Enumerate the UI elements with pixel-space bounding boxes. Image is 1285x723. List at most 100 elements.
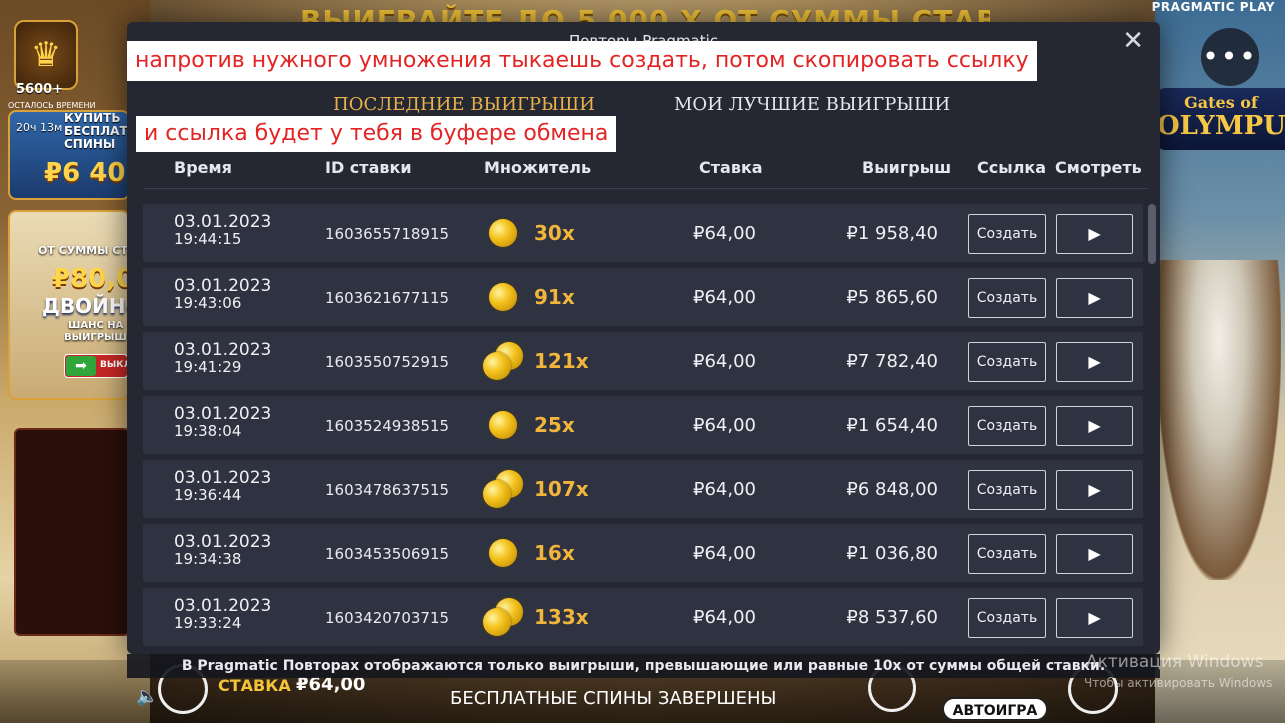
row-date: 03.01.2023 [174,276,272,296]
toggle-label: ВЫКЛ [100,360,128,370]
close-icon[interactable]: ✕ [1122,28,1144,54]
modal-footer-note: В Pragmatic Повторах отображаются только… [127,654,1160,678]
row-date: 03.01.2023 [174,468,272,488]
column-header-bet-id: ID ставки [325,158,412,177]
row-win: ₽7 782,40 [846,351,938,372]
row-bet: ₽64,00 [693,607,756,628]
watch-replay-button[interactable]: ▶ [1056,598,1133,638]
row-bet-id: 1603655718915 [325,225,450,243]
row-bet-id: 1603621677115 [325,289,450,307]
table-row: 03.01.2023 19:44:15 1603655718915 30x ₽64,00… [143,204,1143,262]
double-chance-amount: ₽80,0 [52,264,135,294]
promo-time-left-label: ОСТАЛОСЬ ВРЕМЕНИ [8,101,96,110]
tab-recent-wins[interactable]: ПОСЛЕДНИЕ ВЫИГРЫШИ [333,94,595,115]
wins-table: 03.01.2023 19:44:15 1603655718915 30x ₽64,00… [143,204,1143,654]
autoplay-button[interactable]: АВТОИГРА [942,697,1048,721]
double-chance-line4: ШАНС НА [68,320,124,331]
play-icon: ▶ [1088,608,1101,627]
coin-icon [489,283,517,311]
row-multiplier: 25x [534,413,575,437]
create-link-button[interactable]: Создать [968,278,1046,318]
play-icon: ▶ [1088,480,1101,499]
coin-icon [489,539,517,567]
row-date: 03.01.2023 [174,212,272,232]
row-bet: ₽64,00 [693,287,756,308]
row-time: 19:34:38 [174,550,242,568]
promo-count: 5600+ [16,82,64,97]
create-link-button[interactable]: Создать [968,534,1046,574]
play-icon: ▶ [1088,352,1101,371]
header-divider [143,188,1148,189]
column-header-bet: Ставка [699,158,763,177]
create-link-button[interactable]: Создать [968,470,1046,510]
row-time: 19:44:15 [174,230,242,248]
row-bet: ₽64,00 [693,223,756,244]
row-bet: ₽64,00 [693,543,756,564]
column-header-win: Выигрыш [862,158,952,177]
row-time: 19:38:04 [174,422,242,440]
watch-replay-button[interactable]: ▶ [1056,470,1133,510]
column-header-multiplier: Множитель [484,158,592,177]
trophy-icon[interactable]: ♛ [14,20,78,90]
row-win: ₽1 958,40 [846,223,938,244]
menu-button[interactable]: ••• [1201,28,1259,86]
row-multiplier: 133x [534,605,589,629]
windows-activation-subtitle: Чтобы активировать Windows [1084,676,1273,690]
tab-best-wins[interactable]: МОИ ЛУЧШИЕ ВЫИГРЫШИ [674,94,950,115]
table-row: 03.01.2023 19:43:06 1603621677115 91x ₽64,00… [143,268,1143,326]
watch-replay-button[interactable]: ▶ [1056,342,1133,382]
create-link-button[interactable]: Создать [968,598,1046,638]
row-bet: ₽64,00 [693,415,756,436]
play-icon: ▶ [1088,416,1101,435]
more-icon: ••• [1202,40,1258,73]
double-chance-line1: ОТ СУММЫ СТАВКИ [38,244,128,257]
row-date: 03.01.2023 [174,404,272,424]
brand-logo: PRAGMATIC PLAY [1151,0,1275,14]
bet-label: СТАВКА [218,676,291,695]
watch-replay-button[interactable]: ▶ [1056,278,1133,318]
create-link-button[interactable]: Создать [968,406,1046,446]
table-row: 03.01.2023 19:33:24 1603420703715 133x ₽64,0… [143,588,1143,646]
row-win: ₽8 537,60 [846,607,938,628]
annotation-note-2: и ссылка будет у тебя в буфере обмена [136,116,617,152]
promo-time: 20ч 13м [16,121,63,134]
row-bet-id: 1603524938515 [325,417,450,435]
zeus-character [1157,260,1281,580]
row-multiplier: 107x [534,477,589,501]
scrollbar[interactable] [1148,204,1156,264]
row-multiplier: 16x [534,541,575,565]
buy-free-spins-label: КУПИТЬ БЕСПЛАТНЫЕ СПИНЫ [64,112,128,152]
row-date: 03.01.2023 [174,596,272,616]
row-win: ₽6 848,00 [846,479,938,500]
row-win: ₽1 036,80 [846,543,938,564]
row-bet-id: 1603550752915 [325,353,450,371]
row-bet: ₽64,00 [693,351,756,372]
play-icon: ▶ [1088,544,1101,563]
coin-icon [483,352,511,380]
status-message: БЕСПЛАТНЫЕ СПИНЫ ЗАВЕРШЕНЫ [450,688,777,709]
game-logo-line2: OLYMPUS [1157,110,1285,141]
column-header-watch: Смотреть [1055,158,1142,177]
row-time: 19:43:06 [174,294,242,312]
sound-icon[interactable]: 🔈 [136,686,158,707]
watch-replay-button[interactable]: ▶ [1056,534,1133,574]
create-link-button[interactable]: Создать [968,342,1046,382]
row-bet: ₽64,00 [693,479,756,500]
coin-icon [483,480,511,508]
row-bet-id: 1603478637515 [325,481,450,499]
game-logo: Gates of OLYMPUS [1157,88,1285,150]
side-panel [14,428,130,636]
watch-replay-button[interactable]: ▶ [1056,406,1133,446]
column-header-link: Ссылка [977,158,1047,177]
windows-activation-title: Активация Windows [1086,652,1264,672]
coin-icon [489,411,517,439]
watch-replay-button[interactable]: ▶ [1056,214,1133,254]
create-link-button[interactable]: Создать [968,214,1046,254]
arrow-right-icon: ➡ [66,356,96,376]
row-win: ₽5 865,60 [846,287,938,308]
play-icon: ▶ [1088,224,1101,243]
coin-icon [489,219,517,247]
buy-free-spins-price: ₽6 40 [44,158,126,188]
game-logo-line1: Gates of [1184,93,1258,112]
row-multiplier: 91x [534,285,575,309]
